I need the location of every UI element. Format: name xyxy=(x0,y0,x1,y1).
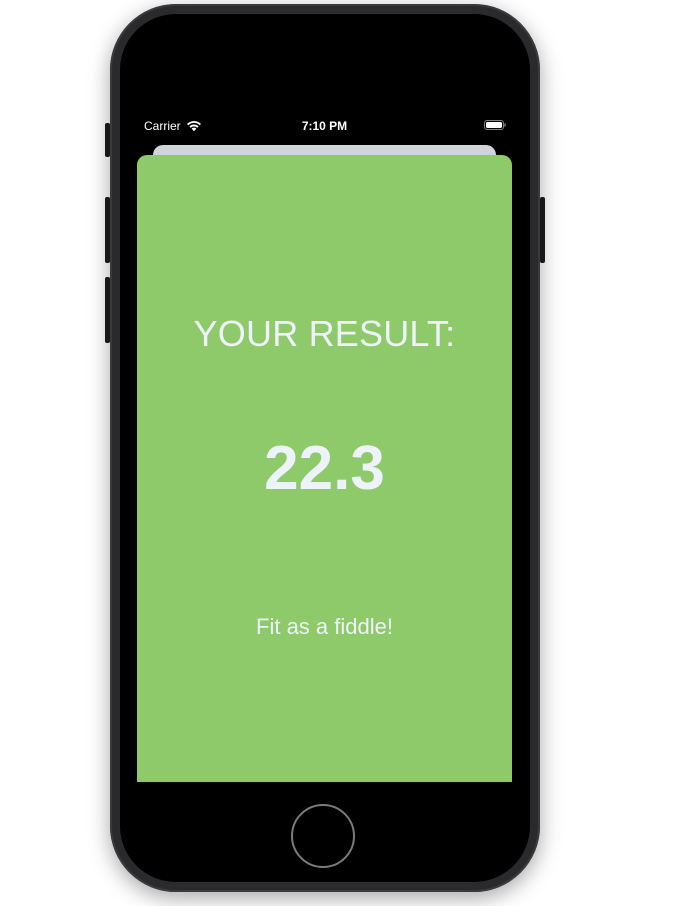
result-sheet[interactable]: YOUR RESULT: 22.3 Fit as a fiddle! xyxy=(137,155,512,782)
device-frame-page: Carrier 7:10 PM YOUR RESULT: 22.3 Fit as… xyxy=(0,0,680,906)
status-bar: Carrier 7:10 PM xyxy=(137,110,512,140)
battery-icon xyxy=(484,120,506,130)
result-message: Fit as a fiddle! xyxy=(256,614,393,639)
home-button[interactable] xyxy=(291,804,355,868)
result-title: YOUR RESULT: xyxy=(193,313,456,354)
status-time: 7:10 PM xyxy=(301,119,348,133)
result-value: 22.3 xyxy=(264,434,385,503)
phone-screen: Carrier 7:10 PM YOUR RESULT: 22.3 Fit as… xyxy=(137,110,512,782)
power-button xyxy=(540,197,545,263)
